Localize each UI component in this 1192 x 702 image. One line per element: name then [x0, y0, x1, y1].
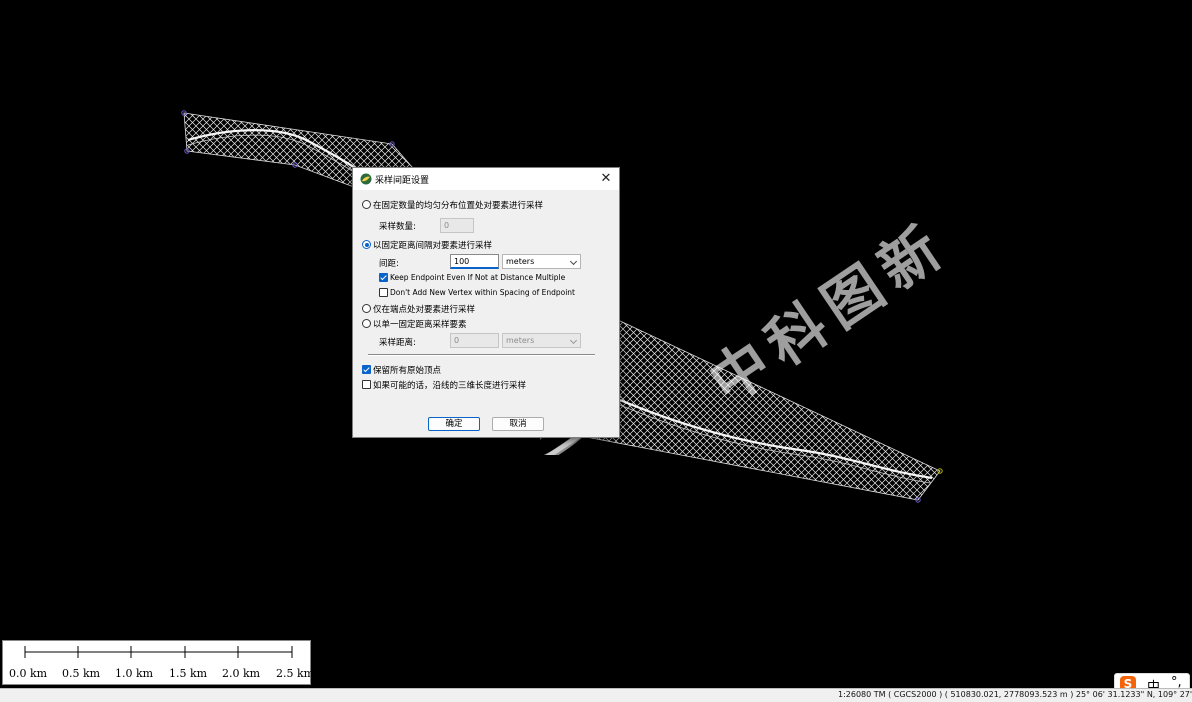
- status-coordinates: 1:26080 TM ( CGCS2000 ) ( 510830.021, 27…: [838, 690, 1192, 699]
- label-sample-distance: 采样距离:: [379, 338, 416, 348]
- checkbox-3d-length[interactable]: [362, 380, 371, 389]
- label-sample-count: 采样数量:: [379, 222, 416, 232]
- status-bar: 1:26080 TM ( CGCS2000 ) ( 510830.021, 27…: [0, 688, 1192, 702]
- spacing-input[interactable]: 100: [450, 254, 499, 269]
- label-fixed-count: 在固定数量的均匀分布位置处对要素进行采样: [373, 201, 544, 211]
- ok-button[interactable]: 确定: [428, 417, 480, 431]
- label-3d-length: 如果可能的话，沿线的三维长度进行采样: [373, 381, 527, 391]
- cancel-button[interactable]: 取消: [492, 417, 544, 431]
- scale-label: 1.0 km: [115, 667, 154, 680]
- radio-fixed-distance[interactable]: [362, 240, 371, 249]
- sample-distance-input[interactable]: 0: [450, 333, 499, 348]
- chevron-down-icon: [569, 336, 578, 345]
- dialog-titlebar[interactable]: 采样间距设置 ✕: [353, 168, 619, 190]
- label-keep-vertices: 保留所有原始顶点: [373, 366, 442, 376]
- close-button[interactable]: ✕: [593, 168, 619, 190]
- close-icon: ✕: [600, 171, 612, 186]
- chevron-down-icon: [569, 257, 578, 266]
- checkbox-keep-endpoint[interactable]: [379, 273, 388, 282]
- dialog-title: 采样间距设置: [375, 176, 430, 186]
- scale-label: 0.5 km: [62, 667, 101, 680]
- label-fixed-distance: 以固定距离间隔对要素进行采样: [373, 241, 493, 251]
- radio-fixed-count[interactable]: [362, 200, 371, 209]
- sample-distance-unit-value: meters: [506, 336, 535, 345]
- label-single-distance: 以单一固定距离采样要素: [373, 320, 467, 330]
- scale-label: 2.0 km: [222, 667, 261, 680]
- spacing-unit-select[interactable]: meters: [502, 254, 581, 269]
- label-endpoints-only: 仅在端点处对要素进行采样: [373, 305, 476, 315]
- label-no-new-vertex: Don't Add New Vertex within Spacing of E…: [390, 288, 575, 297]
- app-logo-icon: [360, 173, 372, 185]
- sampling-spacing-dialog: 采样间距设置 ✕ 在固定数量的均匀分布位置处对要素进行采样 采样数量: 0 以固…: [352, 167, 620, 438]
- scale-label: 1.5 km: [169, 667, 208, 680]
- label-spacing: 间距:: [379, 259, 399, 269]
- scale-ruler: [24, 646, 293, 658]
- scale-label: 2.5 km: [276, 667, 315, 680]
- radio-endpoints-only[interactable]: [362, 304, 371, 313]
- label-keep-endpoint: Keep Endpoint Even If Not at Distance Mu…: [390, 273, 566, 282]
- scale-bar: 0.0 km 0.5 km 1.0 km 1.5 km 2.0 km 2.5 k…: [2, 640, 315, 685]
- radio-single-distance[interactable]: [362, 319, 371, 328]
- separator: [368, 354, 595, 356]
- spacing-unit-value: meters: [506, 257, 535, 266]
- checkbox-no-new-vertex[interactable]: [379, 288, 388, 297]
- scale-label: 0.0 km: [9, 667, 48, 680]
- sample-count-input[interactable]: 0: [440, 218, 474, 233]
- sample-distance-unit-select[interactable]: meters: [502, 333, 581, 348]
- checkbox-keep-vertices[interactable]: [362, 365, 371, 374]
